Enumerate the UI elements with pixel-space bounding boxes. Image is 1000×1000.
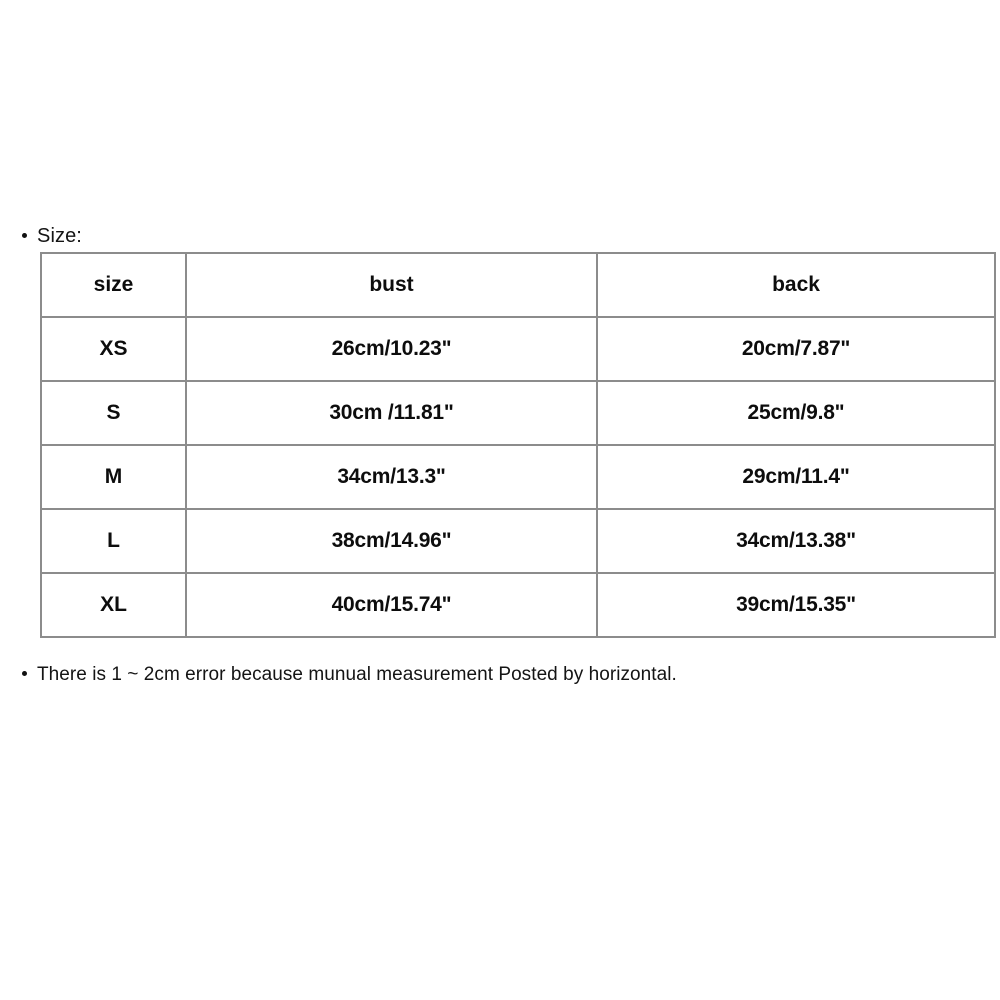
cell-back: 20cm/7.87" — [596, 316, 996, 382]
table-row: S 30cm /11.81" 25cm/9.8" — [40, 380, 996, 446]
table-header-row: size bust back — [40, 252, 996, 318]
column-header-size: size — [40, 252, 187, 318]
size-section-label: Size: — [37, 225, 82, 247]
cell-bust: 40cm/15.74" — [185, 572, 598, 638]
cell-bust: 26cm/10.23" — [185, 316, 598, 382]
bullet-dot-icon — [22, 671, 27, 676]
table-row: L 38cm/14.96" 34cm/13.38" — [40, 508, 996, 574]
cell-size: M — [40, 444, 187, 510]
cell-size: XL — [40, 572, 187, 638]
measurement-note: There is 1 ~ 2cm error because munual me… — [22, 663, 677, 687]
table-row: M 34cm/13.3" 29cm/11.4" — [40, 444, 996, 510]
column-header-bust: bust — [185, 252, 598, 318]
cell-bust: 34cm/13.3" — [185, 444, 598, 510]
table-row: XL 40cm/15.74" 39cm/15.35" — [40, 572, 996, 638]
size-chart-table-container: size bust back XS 26cm/10.23" 20cm/7.87"… — [40, 252, 996, 638]
cell-size: L — [40, 508, 187, 574]
column-header-back: back — [596, 252, 996, 318]
size-section-heading: Size: — [22, 224, 82, 248]
cell-bust: 38cm/14.96" — [185, 508, 598, 574]
cell-back: 25cm/9.8" — [596, 380, 996, 446]
size-chart-table: size bust back XS 26cm/10.23" 20cm/7.87"… — [40, 252, 996, 638]
cell-back: 29cm/11.4" — [596, 444, 996, 510]
cell-bust: 30cm /11.81" — [185, 380, 598, 446]
cell-back: 34cm/13.38" — [596, 508, 996, 574]
cell-back: 39cm/15.35" — [596, 572, 996, 638]
bullet-dot-icon — [22, 233, 27, 238]
cell-size: S — [40, 380, 187, 446]
table-row: XS 26cm/10.23" 20cm/7.87" — [40, 316, 996, 382]
measurement-note-text: There is 1 ~ 2cm error because munual me… — [37, 664, 677, 685]
size-chart-page: Size: size bust back XS 26cm/10.23" 20cm… — [0, 0, 1000, 1000]
cell-size: XS — [40, 316, 187, 382]
